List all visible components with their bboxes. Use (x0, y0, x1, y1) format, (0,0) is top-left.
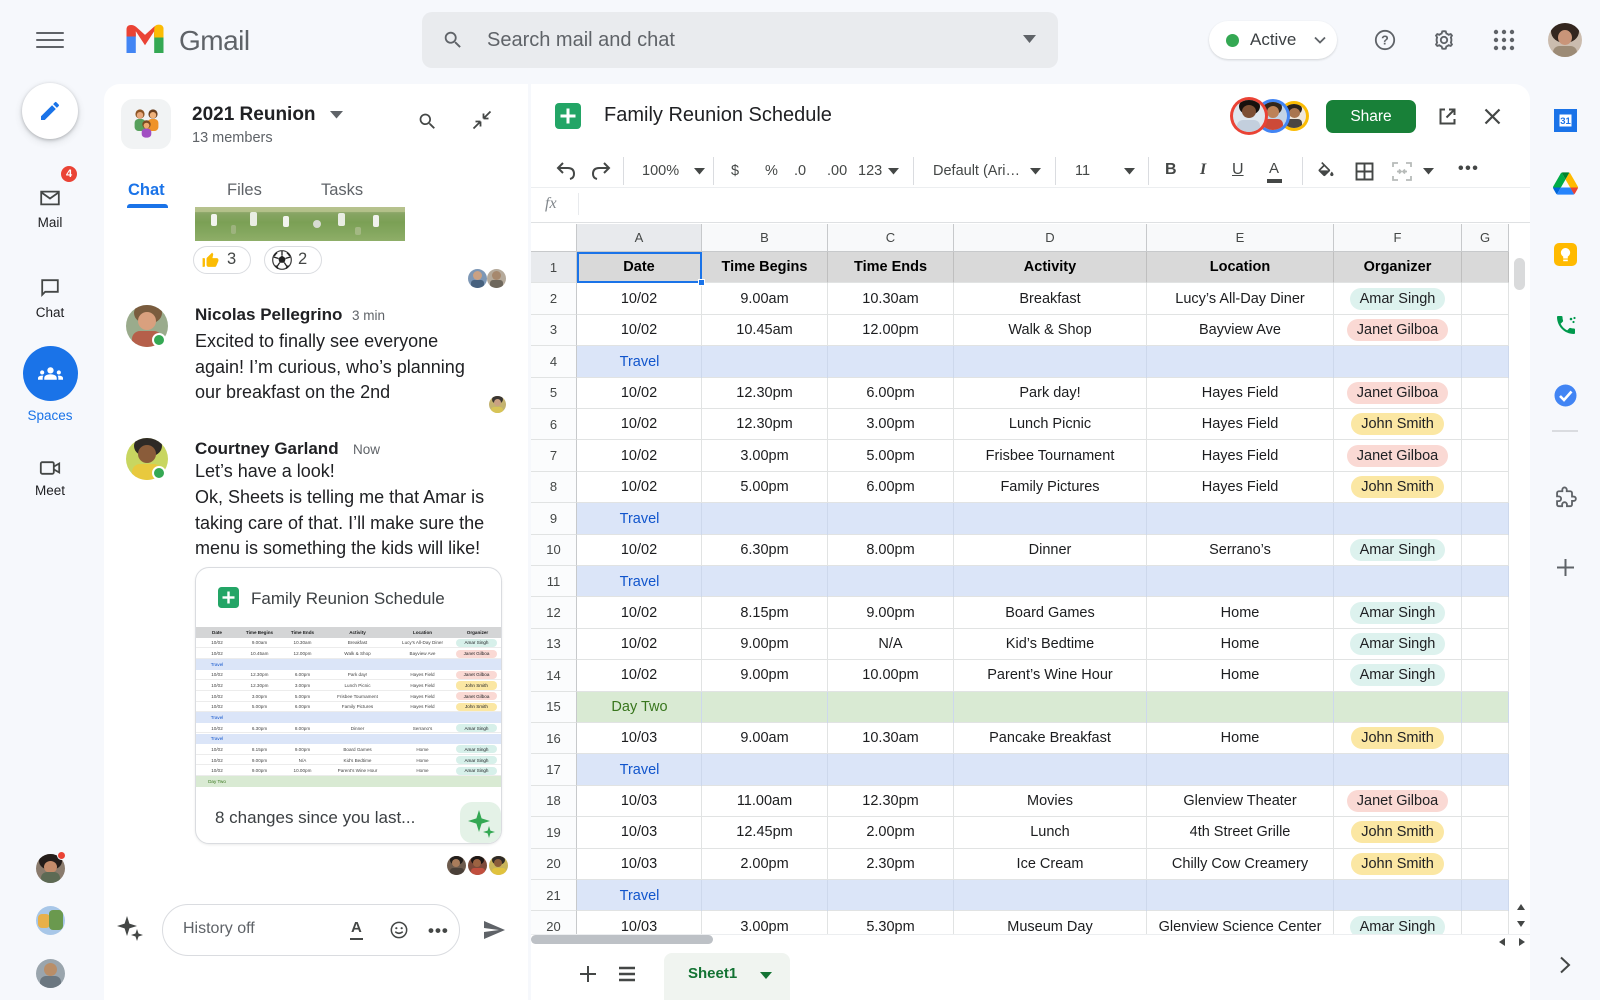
svg-text:?: ? (1381, 33, 1389, 47)
svg-text:31: 31 (1560, 116, 1571, 127)
